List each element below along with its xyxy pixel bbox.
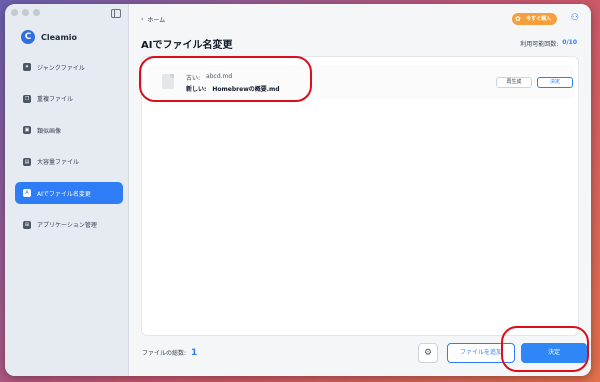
back-label: ホーム — [147, 17, 166, 24]
file-list-panel: 古い: abcd.md 新しい: Homebrewの概要.md 再生成 決定 — [141, 56, 579, 336]
usage-count: 0/10 — [562, 39, 577, 46]
sidebar-item-duplicate-files[interactable]: ❐ 重複ファイル — [15, 88, 123, 110]
zoom-window-button[interactable] — [33, 9, 40, 16]
new-name-line: 新しい: Homebrewの概要.md — [186, 84, 280, 93]
sidebar-item-label: ジャンクファイル — [37, 64, 85, 72]
regenerate-button[interactable]: 再生成 — [496, 77, 532, 88]
buy-now-label: 今すぐ購入 — [525, 16, 551, 22]
image-icon: ▣ — [23, 126, 31, 134]
close-window-button[interactable] — [11, 9, 18, 16]
cleamio-logo-icon: C — [21, 30, 35, 44]
add-file-button[interactable]: ファイルを追加 — [447, 343, 515, 363]
broom-icon: ✦ — [23, 63, 31, 71]
window-controls — [11, 9, 40, 16]
brand: C Cleamio — [21, 30, 77, 44]
usage-indicator: 利用可能回数: 0/10 — [520, 39, 577, 48]
sidebar-item-app-management[interactable]: ⊞ アプリケーション管理 — [15, 214, 123, 236]
sidebar-item-label: 重複ファイル — [37, 96, 74, 103]
sidebar-item-similar-images[interactable]: ▣ 類似画像 — [15, 119, 123, 141]
buy-now-button[interactable]: ✿ 今すぐ購入 — [511, 13, 557, 25]
ai-rename-icon: A — [23, 189, 31, 197]
old-name-value: abcd.md — [206, 73, 233, 80]
new-name-label: 新しい: — [186, 86, 207, 93]
settings-button[interactable]: ⚙ — [418, 343, 438, 363]
brand-name: Cleamio — [41, 32, 78, 42]
duplicate-icon: ❐ — [23, 94, 31, 103]
file-total-count: 1 — [191, 348, 198, 358]
app-icon: ⊞ — [23, 220, 31, 229]
file-total-label: ファイルの総数: — [142, 350, 187, 357]
sidebar-nav: ✦ ジャンクファイル ❐ 重複ファイル ▣ 類似画像 ▤ 大容量ファイル A A… — [15, 56, 123, 245]
sidebar-item-label: 類似画像 — [37, 127, 62, 135]
gear-icon: ⚙ — [423, 348, 433, 358]
sidebar-item-ai-rename[interactable]: A AIでファイル名変更 — [15, 182, 123, 204]
sidebar-item-label: AIでファイル名変更 — [37, 190, 91, 198]
list-item: 古い: abcd.md 新しい: Homebrewの概要.md 再生成 決定 — [148, 65, 574, 99]
app-window: C Cleamio ✦ ジャンクファイル ❐ 重複ファイル ▣ 類似画像 ▤ 大… — [5, 4, 591, 376]
usage-label: 利用可能回数: — [520, 41, 559, 48]
decide-button[interactable]: 決定 — [537, 77, 573, 88]
back-link[interactable]: ‹ ホーム — [141, 15, 165, 24]
sidebar-toggle-icon[interactable] — [111, 9, 121, 18]
sidebar-item-large-files[interactable]: ▤ 大容量ファイル — [15, 151, 123, 173]
new-name-value: Homebrewの概要.md — [212, 86, 280, 93]
minimize-window-button[interactable] — [22, 9, 29, 16]
large-file-icon: ▤ — [23, 157, 31, 166]
old-name-line: 古い: abcd.md — [186, 73, 232, 82]
page-title: AIでファイル名変更 — [141, 40, 233, 51]
sidebar-item-label: 大容量ファイル — [37, 159, 80, 166]
gift-icon: ✿ — [514, 15, 521, 23]
file-total: ファイルの総数: 1 — [142, 348, 197, 358]
old-name-label: 古い: — [186, 75, 201, 82]
document-icon — [162, 74, 174, 89]
sidebar: C Cleamio ✦ ジャンクファイル ❐ 重複ファイル ▣ 類似画像 ▤ 大… — [5, 4, 129, 376]
sidebar-item-label: アプリケーション管理 — [37, 222, 97, 229]
apply-button[interactable]: 決定 — [521, 343, 587, 363]
chevron-left-icon: ‹ — [141, 16, 144, 23]
main-content: ‹ ホーム ✿ 今すぐ購入 ⚇ AIでファイル名変更 利用可能回数: 0/10 … — [129, 4, 591, 376]
sidebar-item-junk-files[interactable]: ✦ ジャンクファイル — [15, 56, 123, 78]
account-icon[interactable]: ⚇ — [571, 13, 579, 23]
